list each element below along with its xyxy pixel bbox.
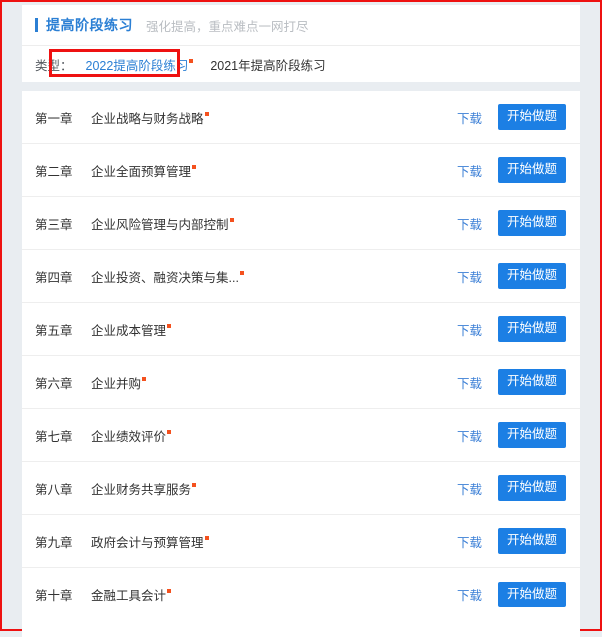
- row-chapter-title-text: 企业风险管理与内部控制: [91, 217, 229, 232]
- type-filter-label: 类型：: [35, 58, 73, 73]
- row-chapter-title: 企业并购: [91, 373, 457, 392]
- download-link[interactable]: 下载: [457, 320, 482, 339]
- row-chapter-title-text: 企业战略与财务战略: [91, 111, 204, 126]
- row-chapter-title: 企业成本管理: [91, 320, 457, 339]
- new-dot-icon: [204, 535, 209, 540]
- chapter-list: 第一章 企业战略与财务战略 下载 开始做题 第二章 企业全面预算管理 下载 开始做题 第三章 企业…: [22, 91, 580, 623]
- start-practice-button[interactable]: 开始做题: [497, 422, 566, 448]
- type-filter-bar: 类型： 2022提高阶段练习 2021年提高阶段练习: [22, 46, 580, 82]
- download-link[interactable]: 下载: [457, 585, 482, 604]
- row-chapter-title: 政府会计与预算管理: [91, 532, 457, 551]
- new-dot-icon: [167, 323, 172, 328]
- row-chapter-title: 企业绩效评价: [91, 426, 457, 445]
- start-practice-button[interactable]: 开始做题: [497, 316, 566, 342]
- download-link[interactable]: 下载: [457, 161, 482, 180]
- start-practice-button[interactable]: 开始做题: [497, 475, 566, 501]
- table-row: 第三章 企业风险管理与内部控制 下载 开始做题: [22, 197, 580, 250]
- row-actions: 下载 开始做题: [457, 581, 566, 608]
- start-practice-button[interactable]: 开始做题: [497, 581, 566, 608]
- download-link[interactable]: 下载: [457, 532, 482, 551]
- row-chapter-number: 第八章: [35, 482, 73, 497]
- tab-2022[interactable]: 2022提高阶段练习: [77, 55, 202, 74]
- row-chapter-title-text: 企业投资、融资决策与集...: [91, 270, 239, 285]
- row-chapter-title-text: 企业成本管理: [91, 323, 167, 338]
- table-row: 第四章 企业投资、融资决策与集... 下载 开始做题: [22, 250, 580, 303]
- start-practice-button[interactable]: 开始做题: [497, 104, 566, 130]
- page-title: 提高阶段练习: [46, 17, 133, 33]
- start-practice-button[interactable]: 开始做题: [497, 157, 566, 183]
- row-chapter-title-text: 企业全面预算管理: [91, 164, 192, 179]
- start-practice-button[interactable]: 开始做题: [497, 263, 566, 289]
- new-dot-icon: [204, 111, 209, 116]
- row-actions: 下载 开始做题: [457, 316, 566, 342]
- new-dot-icon: [189, 58, 194, 63]
- tab-2021-label: 2021年提高阶段练习: [210, 58, 326, 73]
- download-link[interactable]: 下载: [457, 267, 482, 286]
- row-actions: 下载 开始做题: [457, 263, 566, 289]
- row-chapter-title-text: 企业财务共享服务: [91, 482, 192, 497]
- page-header: 提高阶段练习 强化提高，重点难点一网打尽: [22, 5, 580, 45]
- row-chapter-number: 第九章: [35, 535, 73, 550]
- download-link[interactable]: 下载: [457, 426, 482, 445]
- row-chapter-number: 第十章: [35, 589, 73, 603]
- row-chapter-title-text: 金融工具会计: [91, 589, 167, 603]
- row-chapter-number: 第四章: [35, 270, 73, 285]
- row-chapter-number: 第六章: [35, 376, 73, 391]
- row-chapter-title: 金融工具会计: [91, 585, 457, 604]
- row-chapter-title: 企业财务共享服务: [91, 479, 457, 498]
- row-chapter-title-text: 企业并购: [91, 376, 142, 391]
- title-accent-bar: [35, 18, 38, 32]
- tab-2021[interactable]: 2021年提高阶段练习: [201, 55, 334, 74]
- row-actions: 下载 开始做题: [457, 157, 566, 183]
- row-chapter-number: 第二章: [35, 164, 73, 179]
- download-link[interactable]: 下载: [457, 108, 482, 127]
- new-dot-icon: [167, 589, 172, 593]
- download-link[interactable]: 下载: [457, 373, 482, 392]
- table-row: 第二章 企业全面预算管理 下载 开始做题: [22, 144, 580, 197]
- row-chapter-title: 企业风险管理与内部控制: [91, 214, 457, 233]
- start-practice-button[interactable]: 开始做题: [497, 528, 566, 554]
- table-row: 第七章 企业绩效评价 下载 开始做题: [22, 409, 580, 462]
- row-chapter-title-text: 政府会计与预算管理: [91, 535, 204, 550]
- start-practice-button[interactable]: 开始做题: [497, 210, 566, 236]
- start-practice-button[interactable]: 开始做题: [497, 369, 566, 395]
- row-actions: 下载 开始做题: [457, 210, 566, 236]
- screenshot-root: 提高阶段练习 强化提高，重点难点一网打尽 类型： 2022提高阶段练习 2021…: [0, 0, 602, 637]
- table-row: 第六章 企业并购 下载 开始做题: [22, 356, 580, 409]
- new-dot-icon: [239, 270, 244, 275]
- table-row: 第五章 企业成本管理 下载 开始做题: [22, 303, 580, 356]
- row-chapter-number: 第七章: [35, 429, 73, 444]
- row-actions: 下载 开始做题: [457, 422, 566, 448]
- row-chapter-number: 第五章: [35, 323, 73, 338]
- page-container: 提高阶段练习 强化提高，重点难点一网打尽 类型： 2022提高阶段练习 2021…: [22, 5, 580, 637]
- table-row: 第九章 政府会计与预算管理 下载 开始做题: [22, 515, 580, 568]
- row-chapter-title: 企业战略与财务战略: [91, 108, 457, 127]
- tab-2022-label: 2022提高阶段练习: [85, 58, 189, 73]
- row-chapter-title-text: 企业绩效评价: [91, 429, 167, 444]
- new-dot-icon: [192, 164, 197, 169]
- table-row: 第八章 企业财务共享服务 下载 开始做题: [22, 462, 580, 515]
- table-row: 第十章 金融工具会计 下载 开始做题: [22, 568, 580, 621]
- table-row: 第一章 企业战略与财务战略 下载 开始做题: [22, 91, 580, 144]
- row-chapter-number: 第三章: [35, 217, 73, 232]
- row-actions: 下载 开始做题: [457, 104, 566, 130]
- list-bottom-padding: [22, 623, 580, 637]
- new-dot-icon: [192, 482, 197, 487]
- new-dot-icon: [142, 376, 147, 381]
- section-gap: [22, 82, 580, 91]
- row-chapter-title: 企业全面预算管理: [91, 161, 457, 180]
- new-dot-icon: [229, 217, 234, 222]
- page-subtitle: 强化提高，重点难点一网打尽: [146, 19, 309, 34]
- new-dot-icon: [167, 429, 172, 434]
- download-link[interactable]: 下载: [457, 214, 482, 233]
- row-actions: 下载 开始做题: [457, 369, 566, 395]
- row-actions: 下载 开始做题: [457, 475, 566, 501]
- row-chapter-title: 企业投资、融资决策与集...: [91, 267, 457, 286]
- download-link[interactable]: 下载: [457, 479, 482, 498]
- row-chapter-number: 第一章: [35, 111, 73, 126]
- row-actions: 下载 开始做题: [457, 528, 566, 554]
